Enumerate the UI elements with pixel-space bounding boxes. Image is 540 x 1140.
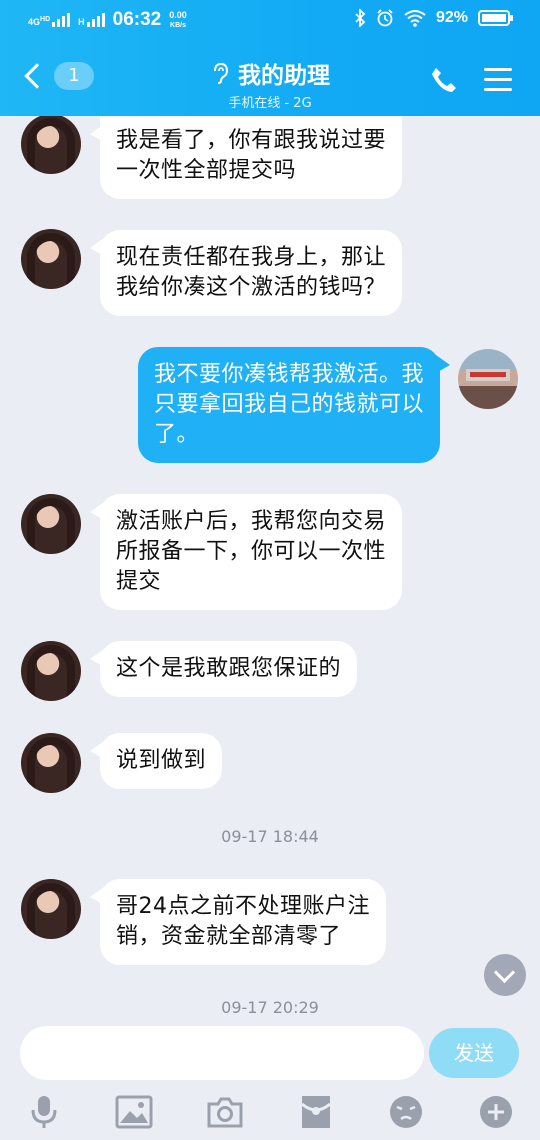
- message-line: 提交: [116, 569, 162, 594]
- message-line: 哥24点之前不处理账户注: [116, 894, 370, 919]
- message-line: 只要拿回我自己的钱就可以: [153, 392, 424, 417]
- contact-name: 我的助理: [238, 63, 330, 89]
- signal-icon-2: [86, 13, 105, 27]
- camera-icon[interactable]: [205, 1094, 245, 1130]
- message-bubble-incoming[interactable]: 我是看了，你有跟我说过要 一次性全部提交吗: [89, 116, 403, 199]
- timestamp: 09-17 20:29: [221, 998, 319, 1017]
- network-type-indicator: 4GHD: [28, 13, 71, 27]
- chat-header: 1 我的助理 手机在线 - 2G: [0, 48, 540, 112]
- battery-icon: [478, 10, 513, 26]
- avatar[interactable]: [21, 494, 81, 554]
- message-input[interactable]: [20, 1026, 424, 1080]
- signal-icon: [52, 13, 71, 27]
- battery-percent: 92%: [435, 9, 468, 26]
- image-icon[interactable]: [114, 1094, 154, 1130]
- message-line: 销，资金就全部清零了: [116, 924, 342, 949]
- message-line: 激活账户后，我帮您向交易: [116, 509, 387, 534]
- clock: 06:32: [112, 9, 162, 30]
- message-bubble-outgoing[interactable]: 我不要你凑钱帮我激活。我 只要拿回我自己的钱就可以 了。: [137, 347, 451, 463]
- top-bar: 4GHD H 06:32 0.00 KB/s 92% 1 我的助理 手机在线 -…: [0, 0, 540, 116]
- online-status: 手机在线 - 2G: [228, 96, 312, 111]
- timestamp: 09-17 18:44: [221, 827, 319, 846]
- network-type: 4GHD: [28, 16, 51, 27]
- message-bubble-incoming[interactable]: 说到做到: [89, 733, 223, 789]
- message-line: 我给你凑这个激活的钱吗？: [116, 275, 387, 300]
- page-title-row: 我的助理: [210, 56, 330, 90]
- message-line: 这个是我敢跟您保证的: [116, 656, 342, 681]
- red-packet-icon[interactable]: [296, 1094, 336, 1130]
- avatar[interactable]: [21, 116, 81, 174]
- plus-icon[interactable]: [476, 1094, 516, 1130]
- avatar[interactable]: [21, 879, 81, 939]
- status-bar: 4GHD H 06:32 0.00 KB/s 92%: [0, 0, 540, 40]
- message-bubble-incoming[interactable]: 激活账户后，我帮您向交易 所报备一下，你可以一次性 提交: [89, 494, 403, 610]
- speed-unit: KB/s: [170, 21, 186, 29]
- chat-message-list[interactable]: 我是看了，你有跟我说过要 一次性全部提交吗 现在责任都在我身上，那让 我给你凑这…: [0, 116, 540, 1020]
- composer-toolbar: [0, 1090, 540, 1134]
- message-line: 了。: [153, 422, 199, 447]
- composer: 发送: [0, 1020, 540, 1140]
- h-network-indicator: H: [78, 13, 105, 27]
- message-line: 一次性全部提交吗: [116, 158, 297, 183]
- wifi-icon: [404, 10, 426, 27]
- message-line: 所报备一下，你可以一次性: [116, 539, 387, 564]
- message-line: 我是看了，你有跟我说过要: [116, 128, 387, 153]
- message-bubble-incoming[interactable]: 现在责任都在我身上，那让 我给你凑这个激活的钱吗？: [89, 230, 403, 316]
- microphone-icon[interactable]: [24, 1094, 64, 1130]
- scroll-to-bottom-button[interactable]: [484, 954, 526, 996]
- message-line: 说到做到: [116, 748, 207, 773]
- menu-icon[interactable]: [484, 68, 512, 92]
- message-line: 现在责任都在我身上，那让: [116, 245, 387, 270]
- ear-icon: [214, 62, 229, 84]
- message-line: 我不要你凑钱帮我激活。我: [153, 362, 424, 387]
- bluetooth-icon: [355, 9, 366, 27]
- phone-call-icon[interactable]: [430, 66, 458, 94]
- avatar[interactable]: [21, 641, 81, 701]
- network-speed: 0.00 KB/s: [169, 9, 187, 30]
- avatar[interactable]: [21, 229, 81, 289]
- speed-value: 0.00: [169, 9, 187, 20]
- message-bubble-incoming[interactable]: 哥24点之前不处理账户注 销，资金就全部清零了: [90, 879, 386, 965]
- message-bubble-incoming[interactable]: 这个是我敢跟您保证的: [89, 641, 358, 697]
- emoji-icon[interactable]: [386, 1094, 426, 1130]
- avatar-self[interactable]: [458, 349, 518, 409]
- avatar[interactable]: [21, 733, 81, 793]
- chat-title-area[interactable]: 我的助理 手机在线 - 2G: [0, 56, 540, 111]
- send-button[interactable]: 发送: [429, 1028, 519, 1078]
- alarm-icon: [377, 9, 393, 27]
- h-label: H: [78, 17, 85, 27]
